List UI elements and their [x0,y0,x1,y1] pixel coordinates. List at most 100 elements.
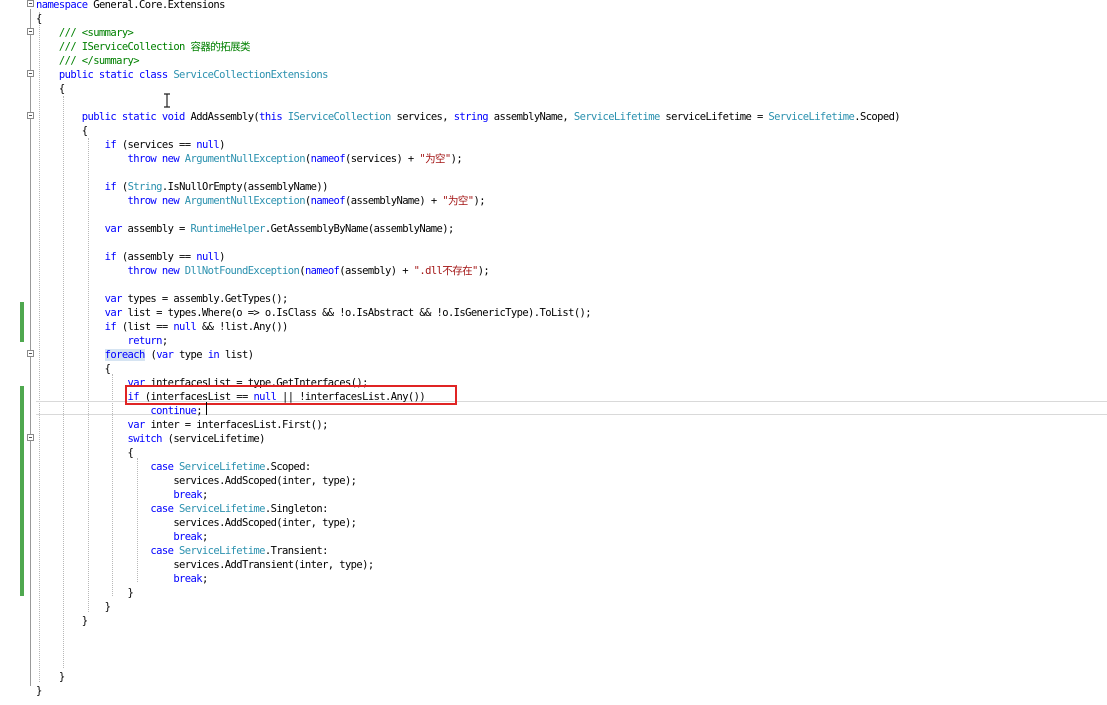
code-token: } [36,615,88,627]
code-token: } [36,587,134,599]
code-line[interactable]: } [36,600,111,614]
editor-gutter [0,0,12,705]
code-token: ); [477,265,490,277]
code-line[interactable]: { [36,124,88,138]
code-line[interactable]: if (assembly == null) [36,250,226,264]
code-line[interactable]: { [36,362,111,376]
code-token: (assemblyName) + [345,195,443,207]
code-token: (services == [121,139,197,151]
code-token: RuntimeHelper [190,223,265,235]
code-line[interactable]: public static class ServiceCollectionExt… [36,68,329,82]
code-token: ); [450,153,463,165]
code-line[interactable]: continue; [36,404,202,418]
fold-region-line [30,9,31,686]
annotation-red-box [125,385,457,405]
code-token: ServiceCollectionExtensions [173,69,328,81]
code-token: services.AddScoped(inter, type); [36,475,357,487]
code-token: foreach [104,349,145,361]
code-token: var [156,349,180,361]
code-token: .Scoped) [854,111,901,123]
code-token: serviceLifetime = [659,111,769,123]
code-token: null [173,321,202,333]
code-line[interactable]: break; [36,488,208,502]
code-token: .IsNullOrEmpty(assemblyName)) [161,181,329,193]
change-indicator-bar [20,386,24,596]
code-line[interactable]: services.AddScoped(inter, type); [36,516,357,530]
code-token: var [36,419,151,431]
code-token: list) [224,349,254,361]
code-token: var [36,307,128,319]
code-line[interactable]: case ServiceLifetime.Scoped: [36,460,311,474]
code-line[interactable]: throw new DllNotFoundException(nameof(as… [36,264,490,278]
code-line[interactable]: } [36,614,88,628]
code-token: this [259,111,288,123]
code-line[interactable]: if (String.IsNullOrEmpty(assemblyName)) [36,180,329,194]
code-token: ".dll不存在" [413,265,479,277]
collapse-switch-icon[interactable] [27,434,34,441]
code-token: break [36,531,202,543]
code-token: break [36,573,202,585]
code-token: "为空" [442,195,474,207]
code-token: /// </summary> [36,55,140,67]
code-token: var [36,293,128,305]
code-token: } [36,601,111,613]
code-line[interactable]: throw new ArgumentNullException(nameof(a… [36,194,486,208]
code-line[interactable]: break; [36,530,208,544]
code-token: .Transient: [264,545,329,557]
code-token: switch [36,433,168,445]
code-token: ServiceLifetime [768,111,855,123]
code-line[interactable]: { [36,446,134,460]
code-line[interactable]: public static void AddAssembly(this ISer… [36,110,901,124]
code-token: ; [161,335,168,347]
code-line[interactable]: switch (serviceLifetime) [36,432,266,446]
ibeam-cursor-icon [164,93,170,108]
code-line[interactable]: if (services == null) [36,138,226,152]
code-line[interactable]: /// <summary> [36,26,134,40]
code-line[interactable]: var types = assembly.GetTypes(); [36,292,289,306]
code-line[interactable]: { [36,82,65,96]
collapse-class-icon[interactable] [27,70,34,77]
code-token: (list == [121,321,174,333]
code-line[interactable]: return; [36,334,169,348]
code-token: list = types.Where(o => o.IsClass && !o.… [127,307,592,319]
code-line[interactable]: namespace General.Core.Extensions [36,0,225,12]
code-token: case [36,503,180,515]
code-token: /// IServiceCollection 容器的拓展类 [36,41,251,53]
code-token: AddAssembly( [190,111,260,123]
code-line[interactable]: break; [36,572,208,586]
collapse-namespace-icon[interactable] [27,0,34,7]
code-token: ) [219,139,225,151]
code-token: services.AddTransient(inter, type); [36,559,374,571]
code-token: if [36,139,122,151]
code-editor[interactable]: namespace General.Core.Extensions{ /// <… [0,0,1107,705]
code-line[interactable]: } [36,684,42,698]
code-token: } [36,685,42,697]
code-line[interactable]: case ServiceLifetime.Transient: [36,544,328,558]
code-line[interactable]: { [36,12,42,26]
code-line[interactable]: var list = types.Where(o => o.IsClass &&… [36,306,592,320]
code-line[interactable]: /// IServiceCollection 容器的拓展类 [36,40,251,54]
code-line[interactable]: var assembly = RuntimeHelper.GetAssembly… [36,222,455,236]
code-token: /// <summary> [36,27,134,39]
code-line[interactable]: if (list == null && !list.Any()) [36,320,289,334]
code-line[interactable]: } [36,586,134,600]
code-line[interactable]: case ServiceLifetime.Singleton: [36,502,328,516]
code-token: { [36,83,65,95]
change-indicator-bar [20,302,24,342]
code-line[interactable]: /// </summary> [36,54,140,68]
code-line[interactable]: throw new ArgumentNullException(nameof(s… [36,152,463,166]
code-line[interactable]: foreach (var type in list) [36,348,254,362]
code-line[interactable]: } [36,670,65,684]
code-line[interactable]: services.AddTransient(inter, type); [36,558,374,572]
code-token: ServiceLifetime [179,503,265,515]
code-token: ServiceLifetime [573,111,660,123]
code-line[interactable]: var inter = interfacesList.First(); [36,418,329,432]
code-token: services.AddScoped(inter, type); [36,517,357,529]
collapse-method-icon[interactable] [27,112,34,119]
code-line[interactable]: services.AddScoped(inter, type); [36,474,357,488]
code-token: services, [390,111,454,123]
collapse-foreach-icon[interactable] [27,350,34,357]
code-token: (assembly) + [339,265,414,277]
collapse-summary-icon[interactable] [27,28,34,35]
code-token: String [127,181,163,193]
